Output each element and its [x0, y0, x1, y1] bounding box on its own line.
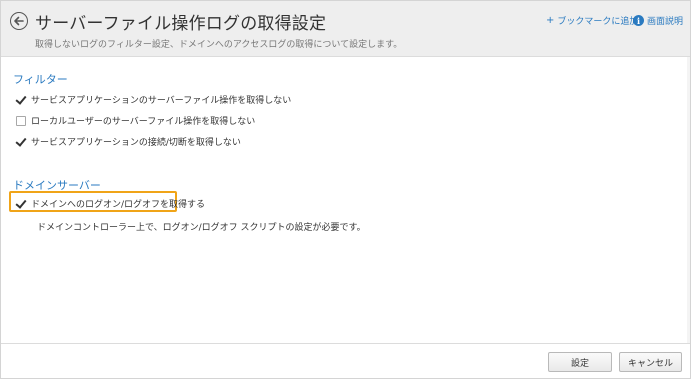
checkbox-unchecked[interactable]	[16, 115, 26, 126]
filter-option-label: ローカルユーザーのサーバーファイル操作を取得しない	[31, 117, 256, 127]
checkbox-checked[interactable]	[16, 137, 26, 147]
back-arrow-icon	[14, 16, 24, 26]
header: サーバーファイル操作ログの取得設定 取得しないログのフィルター設定、ドメインへの…	[1, 1, 690, 57]
add-bookmark-label: ブックマークに追加	[557, 17, 639, 27]
page-title: サーバーファイル操作ログの取得設定	[35, 14, 327, 34]
domain-logon-option[interactable]: ドメインへのログオン/ログオフを取得する	[16, 197, 205, 210]
cancel-button[interactable]: キャンセル	[619, 352, 682, 372]
checkbox-checked[interactable]	[16, 95, 26, 105]
screen-help-link[interactable]: i 画面説明	[633, 14, 683, 27]
filter-option-local-user-file-ops[interactable]: ローカルユーザーのサーバーファイル操作を取得しない	[16, 114, 255, 127]
info-icon: i	[633, 15, 644, 26]
footer-divider	[1, 343, 690, 344]
plus-icon: +	[546, 15, 555, 26]
back-button[interactable]	[10, 12, 28, 30]
scrollbar[interactable]	[687, 57, 690, 343]
filter-option-service-file-ops[interactable]: サービスアプリケーションのサーバーファイル操作を取得しない	[16, 93, 291, 106]
screen-help-label: 画面説明	[647, 17, 684, 27]
save-button[interactable]: 設定	[548, 352, 612, 372]
filter-option-label: サービスアプリケーションのサーバーファイル操作を取得しない	[31, 96, 292, 106]
checkbox-checked[interactable]	[16, 199, 26, 209]
filter-option-service-connect[interactable]: サービスアプリケーションの接続/切断を取得しない	[16, 135, 241, 148]
filter-option-label: サービスアプリケーションの接続/切断を取得しない	[31, 138, 241, 148]
add-bookmark-link[interactable]: + ブックマークに追加	[546, 14, 638, 27]
page-subtitle: 取得しないログのフィルター設定、ドメインへのアクセスログの取得について設定します…	[35, 40, 403, 50]
domain-logon-label: ドメインへのログオン/ログオフを取得する	[31, 200, 206, 210]
domain-note: ドメインコントローラー上で、ログオン/ログオフ スクリプトの設定が必要です。	[37, 223, 366, 233]
filter-section-title: フィルター	[13, 73, 68, 86]
dialog-frame: サーバーファイル操作ログの取得設定 取得しないログのフィルター設定、ドメインへの…	[0, 0, 691, 379]
